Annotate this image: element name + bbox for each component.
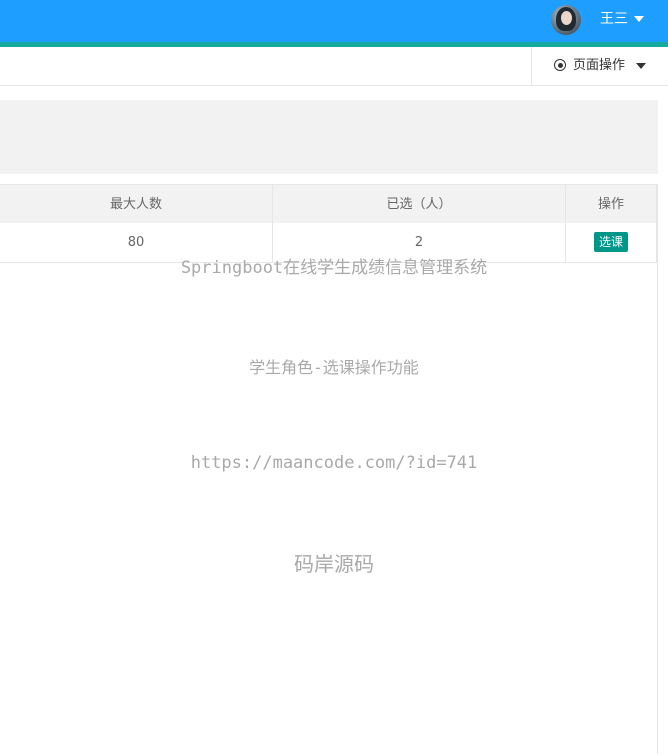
column-header-action: 操作 xyxy=(566,185,657,224)
select-course-button[interactable]: 选课 xyxy=(593,231,628,252)
tab-bar: 页面操作 xyxy=(0,47,668,86)
username-label[interactable]: 王三 xyxy=(600,10,628,28)
avatar-face xyxy=(561,11,572,25)
caret-down-icon xyxy=(636,63,646,69)
chevron-down-icon[interactable] xyxy=(634,16,644,22)
watermark-feature-title: 学生角色-选课操作功能 xyxy=(249,358,419,377)
page-operations-label: 页面操作 xyxy=(573,58,626,73)
search-panel xyxy=(0,100,658,174)
column-header-selected: 已选（人） xyxy=(273,185,566,224)
watermark-system-title: Springboot在线学生成绩信息管理系统 xyxy=(180,258,488,278)
table-header-row: 最大人数 已选（人） 操作 xyxy=(0,184,657,225)
watermark-brand: 码岸源码 xyxy=(294,552,374,576)
column-header-max-people: 最大人数 xyxy=(0,185,273,224)
user-avatar[interactable] xyxy=(551,5,581,35)
watermark-url: https://maancode.com/?id=741 xyxy=(190,453,478,473)
radio-target-icon xyxy=(554,59,566,71)
page-operations-dropdown[interactable]: 页面操作 xyxy=(531,47,668,85)
